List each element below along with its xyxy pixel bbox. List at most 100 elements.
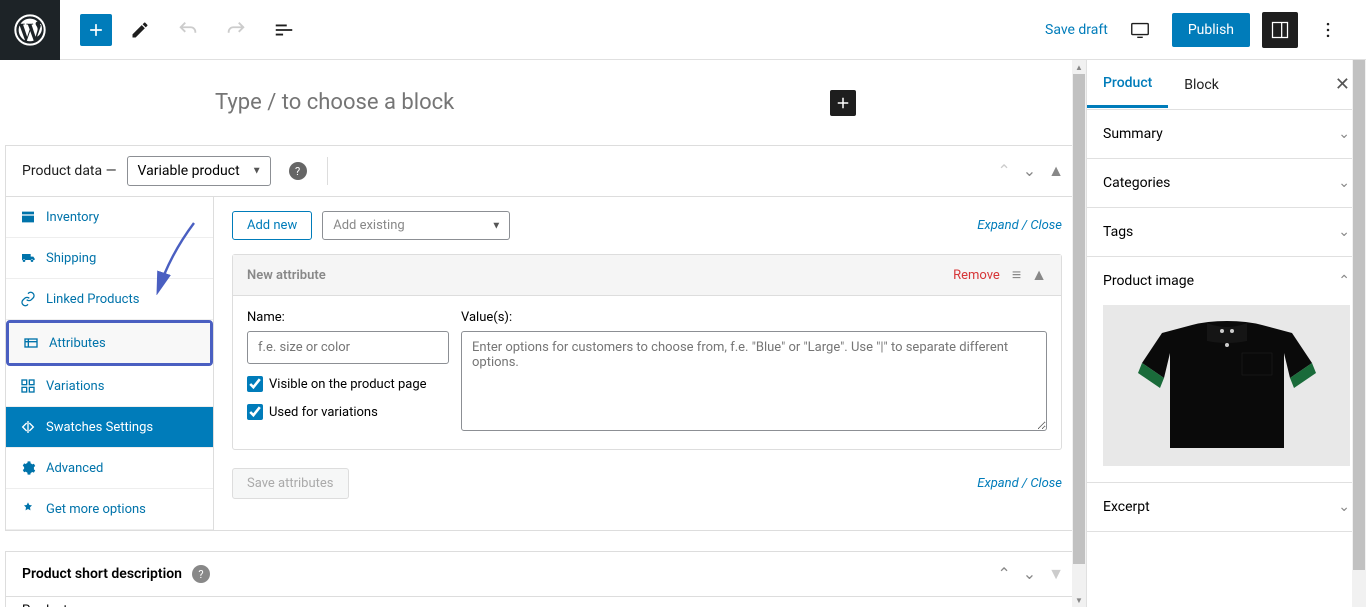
page-scrollbar-track	[1352, 60, 1366, 607]
edit-tool-button[interactable]	[120, 10, 160, 50]
panel-header-controls: ⌃ ⌄ ▲	[997, 161, 1064, 181]
chevron-down-icon: ▼	[252, 166, 262, 177]
panel-title: Tags	[1103, 224, 1133, 240]
add-existing-select[interactable]: Add existing ▼	[322, 211, 510, 240]
visible-checkbox[interactable]	[247, 376, 263, 392]
tab-label: Variations	[46, 379, 104, 394]
sidebar-tab-block[interactable]: Block	[1168, 63, 1235, 107]
add-block-button[interactable]	[80, 14, 112, 46]
more-options-button[interactable]	[1310, 12, 1346, 48]
panel-header-excerpt[interactable]: Excerpt ⌄	[1087, 483, 1366, 531]
panel-tags: Tags ⌄	[1087, 208, 1366, 257]
sidebar-tabs: Product Block ✕	[1087, 60, 1366, 110]
add-new-attribute-button[interactable]: Add new	[232, 211, 312, 240]
variations-icon	[20, 378, 36, 394]
chevron-down-icon: ⌄	[1338, 224, 1350, 240]
tab-inventory[interactable]: Inventory	[6, 197, 213, 238]
chevron-down-icon: ⌄	[1338, 175, 1350, 191]
attribute-values-textarea[interactable]	[461, 331, 1047, 431]
collapse-down-icon[interactable]: ⌄	[1023, 161, 1036, 181]
tab-label: Linked Products	[46, 292, 139, 307]
short-description-tab-label[interactable]: Product	[22, 603, 67, 607]
tab-advanced[interactable]: Advanced	[6, 448, 213, 489]
tab-swatches-settings[interactable]: Swatches Settings	[6, 407, 213, 448]
preview-button[interactable]	[1120, 10, 1160, 50]
block-inline-add-button[interactable]	[830, 90, 856, 116]
remove-attribute-link[interactable]: Remove	[953, 268, 1000, 283]
product-type-value: Variable product	[138, 163, 240, 179]
new-attribute-label: New attribute	[247, 268, 326, 283]
tab-get-more-options[interactable]: Get more options	[6, 489, 213, 530]
collapse-up-icon[interactable]: ⌃	[997, 564, 1010, 584]
undo-button[interactable]	[168, 10, 208, 50]
collapse-toggle-icon[interactable]: ▲	[1048, 161, 1064, 181]
scrollbar-down-arrow[interactable]: ▼	[1072, 593, 1086, 607]
product-short-description-panel: Product short description ? ⌃ ⌄ ▼ Produc…	[5, 551, 1081, 607]
chevron-down-icon: ⌄	[1338, 499, 1350, 515]
drag-handle-icon[interactable]: ≡	[1012, 265, 1021, 285]
block-placeholder-text: Type / to choose a block	[0, 90, 1086, 115]
editor-scrollbar-thumb[interactable]	[1073, 74, 1085, 564]
save-attributes-button[interactable]: Save attributes	[232, 468, 349, 499]
editor-scrollbar-track: ▲ ▼	[1072, 60, 1086, 607]
top-toolbar: Save draft Publish	[0, 0, 1366, 60]
save-draft-button[interactable]: Save draft	[1045, 22, 1108, 38]
visible-checkbox-label: Visible on the product page	[269, 377, 427, 392]
panel-header-categories[interactable]: Categories ⌄	[1087, 159, 1366, 207]
panel-title: Product image	[1103, 273, 1194, 289]
product-data-content: Add new Add existing ▼ Expand / Close Ne…	[214, 197, 1080, 530]
expand-close-link[interactable]: Expand / Close	[977, 218, 1062, 233]
tab-linked-products[interactable]: Linked Products	[6, 279, 213, 320]
panel-header-product-image[interactable]: Product image ⌃	[1087, 257, 1366, 305]
tab-shipping[interactable]: Shipping	[6, 238, 213, 279]
page-scrollbar-thumb[interactable]	[1353, 60, 1365, 570]
product-type-select[interactable]: Variable product ▼	[127, 156, 271, 186]
collapse-attribute-icon[interactable]: ▲	[1031, 265, 1047, 285]
name-label: Name:	[247, 310, 449, 325]
short-description-title: Product short description	[22, 566, 182, 582]
settings-toggle-button[interactable]	[1262, 12, 1298, 48]
product-data-title: Product data —	[22, 163, 117, 179]
add-existing-placeholder: Add existing	[333, 218, 404, 233]
panel-product-image: Product image ⌃	[1087, 257, 1366, 483]
attributes-icon	[23, 335, 39, 351]
collapse-toggle-icon[interactable]: ▼	[1048, 564, 1064, 584]
panel-header-tags[interactable]: Tags ⌄	[1087, 208, 1366, 256]
help-icon[interactable]: ?	[289, 162, 307, 180]
scrollbar-up-arrow[interactable]: ▲	[1072, 60, 1086, 74]
attribute-name-input[interactable]	[247, 331, 449, 364]
divider	[327, 157, 328, 185]
used-for-variations-checkbox[interactable]	[247, 404, 263, 420]
inventory-icon	[20, 209, 36, 225]
tab-label: Swatches Settings	[46, 420, 153, 435]
collapse-down-icon[interactable]: ⌄	[1023, 564, 1036, 584]
product-data-tabs: Inventory Shipping Linked Products	[6, 197, 214, 530]
expand-close-link-bottom[interactable]: Expand / Close	[977, 476, 1062, 491]
tab-label: Advanced	[46, 461, 103, 476]
help-icon[interactable]: ?	[192, 565, 210, 583]
attributes-highlight-box: Attributes	[6, 320, 213, 366]
panel-title: Excerpt	[1103, 499, 1150, 515]
wordpress-logo[interactable]	[0, 0, 60, 60]
tab-label: Shipping	[46, 251, 96, 266]
gear-icon	[20, 460, 36, 476]
attribute-box: New attribute Remove ≡ ▲ Name:	[232, 254, 1062, 450]
tab-label: Get more options	[46, 502, 146, 517]
panel-title: Categories	[1103, 175, 1170, 191]
swatches-icon	[20, 419, 36, 435]
collapse-up-icon[interactable]: ⌃	[997, 161, 1010, 181]
tab-attributes[interactable]: Attributes	[9, 323, 210, 363]
publish-button[interactable]: Publish	[1172, 13, 1250, 47]
tab-variations[interactable]: Variations	[6, 366, 213, 407]
sidebar-tab-product[interactable]: Product	[1087, 61, 1168, 108]
settings-sidebar: Product Block ✕ Summary ⌄ Categories ⌄ T…	[1086, 60, 1366, 607]
block-placeholder[interactable]: Type / to choose a block	[0, 60, 1086, 145]
product-image-thumbnail[interactable]	[1103, 305, 1350, 466]
document-outline-button[interactable]	[264, 10, 304, 50]
chevron-down-icon: ⌄	[1338, 126, 1350, 142]
redo-button[interactable]	[216, 10, 256, 50]
product-data-header: Product data — Variable product ▼ ? ⌃ ⌄ …	[6, 146, 1080, 197]
panel-header-summary[interactable]: Summary ⌄	[1087, 110, 1366, 158]
link-icon	[20, 291, 36, 307]
used-for-variations-label: Used for variations	[269, 405, 378, 420]
